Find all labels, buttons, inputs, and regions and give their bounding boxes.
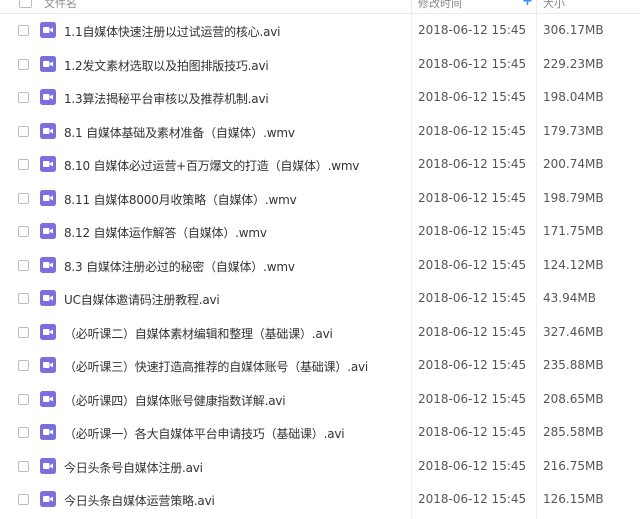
file-size: 285.58MB [543,425,604,439]
file-list-header: 文件名 修改时间 + 大小 [0,0,640,14]
row-checkbox[interactable] [18,126,29,137]
file-name-link[interactable]: 8.10 自媒体必过运营+百万爆文的打造（自媒体）.wmv [64,157,359,174]
file-modified-time: 2018-06-12 15:45 [418,325,527,339]
file-name-link[interactable]: 8.12 自媒体运作解答（自媒体）.wmv [64,224,267,241]
add-column-icon[interactable]: + [522,0,533,9]
video-icon [40,290,56,306]
file-size: 171.75MB [543,224,604,238]
row-checkbox[interactable] [18,59,29,70]
file-size: 235.88MB [543,358,604,372]
row-checkbox[interactable] [18,494,29,505]
file-size: 200.74MB [543,157,604,171]
row-checkbox[interactable] [18,193,29,204]
row-checkbox[interactable] [18,92,29,103]
file-row[interactable]: 今日头条自媒体运营策略.avi 2018-06-12 15:45 126.15MB [0,483,640,516]
file-size: 198.04MB [543,90,604,104]
column-header-date[interactable]: 修改时间 [418,0,462,11]
file-row[interactable]: （必听课四）自媒体账号健康指数详解.avi 2018-06-12 15:45 208… [0,383,640,416]
file-row[interactable]: 今日头条号自媒体注册.avi 2018-06-12 15:45 216.75MB [0,450,640,483]
row-checkbox[interactable] [18,159,29,170]
file-name-link[interactable]: 今日头条自媒体运营策略.avi [64,492,215,509]
file-modified-time: 2018-06-12 15:45 [418,258,527,272]
video-icon [40,22,56,38]
video-icon [40,458,56,474]
video-icon [40,56,56,72]
video-icon [40,391,56,407]
header-divider [536,0,537,13]
file-name-link[interactable]: 1.2发文素材选取以及拍图排版技巧.avi [64,57,269,74]
video-icon [40,190,56,206]
file-modified-time: 2018-06-12 15:45 [418,57,527,71]
file-modified-time: 2018-06-12 15:45 [418,459,527,473]
file-modified-time: 2018-06-12 15:45 [418,358,527,372]
video-icon [40,324,56,340]
file-row[interactable]: 8.11 自媒体8000月收策略（自媒体）.wmv 2018-06-12 15:4… [0,182,640,215]
video-icon [40,156,56,172]
file-size: 229.23MB [543,57,604,71]
file-row[interactable]: 1.1自媒体快速注册以过试运营的核心.avi 2018-06-12 15:45 30… [0,14,640,47]
video-icon [40,89,56,105]
video-icon [40,223,56,239]
row-checkbox[interactable] [18,226,29,237]
file-size: 327.46MB [543,325,604,339]
file-size: 198.79MB [543,191,604,205]
video-icon [40,257,56,273]
column-header-name[interactable]: 文件名 [44,0,77,11]
header-divider [411,0,412,13]
file-modified-time: 2018-06-12 15:45 [418,23,527,37]
row-checkbox[interactable] [18,427,29,438]
file-name-link[interactable]: 1.3算法揭秘平台审核以及推荐机制.avi [64,90,269,107]
video-icon [40,424,56,440]
file-name-link[interactable]: 1.1自媒体快速注册以过试运营的核心.avi [64,23,280,40]
file-row[interactable]: 8.10 自媒体必过运营+百万爆文的打造（自媒体）.wmv 2018-06-12 … [0,148,640,181]
file-name-link[interactable]: （必听课四）自媒体账号健康指数详解.avi [64,392,286,409]
row-checkbox[interactable] [18,394,29,405]
file-row[interactable]: 8.12 自媒体运作解答（自媒体）.wmv 2018-06-12 15:45 171… [0,215,640,248]
row-checkbox[interactable] [18,461,29,472]
file-name-link[interactable]: （必听课三）快速打造高推荐的自媒体账号（基础课）.avi [64,358,368,375]
file-name-link[interactable]: （必听课二）自媒体素材编辑和整理（基础课）.avi [64,325,333,342]
file-modified-time: 2018-06-12 15:45 [418,224,527,238]
row-checkbox[interactable] [18,360,29,371]
file-modified-time: 2018-06-12 15:45 [418,157,527,171]
file-row[interactable]: 1.2发文素材选取以及拍图排版技巧.avi 2018-06-12 15:45 229… [0,48,640,81]
video-icon [40,357,56,373]
file-modified-time: 2018-06-12 15:45 [418,392,527,406]
file-modified-time: 2018-06-12 15:45 [418,90,527,104]
file-size: 126.15MB [543,492,604,506]
row-checkbox[interactable] [18,260,29,271]
video-icon [40,491,56,507]
select-all-checkbox[interactable] [19,0,32,8]
file-modified-time: 2018-06-12 15:45 [418,425,527,439]
file-modified-time: 2018-06-12 15:45 [418,191,527,205]
file-name-link[interactable]: 8.11 自媒体8000月收策略（自媒体）.wmv [64,191,297,208]
file-size: 306.17MB [543,23,604,37]
file-row[interactable]: 8.3 自媒体注册必过的秘密（自媒体）.wmv 2018-06-12 15:45 1… [0,249,640,282]
file-size: 208.65MB [543,392,604,406]
file-row[interactable]: 1.3算法揭秘平台审核以及推荐机制.avi 2018-06-12 15:45 198… [0,81,640,114]
file-name-link[interactable]: UC自媒体邀请码注册教程.avi [64,291,220,308]
file-name-link[interactable]: （必听课一）各大自媒体平台申请技巧（基础课）.avi [64,425,345,442]
file-row[interactable]: （必听课一）各大自媒体平台申请技巧（基础课）.avi 2018-06-12 15:… [0,416,640,449]
file-size: 216.75MB [543,459,604,473]
file-row[interactable]: （必听课二）自媒体素材编辑和整理（基础课）.avi 2018-06-12 15:4… [0,316,640,349]
file-row[interactable]: （必听课三）快速打造高推荐的自媒体账号（基础课）.avi 2018-06-12 1… [0,349,640,382]
row-checkbox[interactable] [18,25,29,36]
file-size: 179.73MB [543,124,604,138]
file-modified-time: 2018-06-12 15:45 [418,492,527,506]
row-checkbox[interactable] [18,293,29,304]
file-name-link[interactable]: 今日头条号自媒体注册.avi [64,459,203,476]
file-name-link[interactable]: 8.3 自媒体注册必过的秘密（自媒体）.wmv [64,258,295,275]
video-icon [40,123,56,139]
row-checkbox[interactable] [18,327,29,338]
file-modified-time: 2018-06-12 15:45 [418,291,527,305]
file-row[interactable]: 8.1 自媒体基础及素材准备（自媒体）.wmv 2018-06-12 15:45 1… [0,115,640,148]
file-modified-time: 2018-06-12 15:45 [418,124,527,138]
file-size: 43.94MB [543,291,596,305]
file-row[interactable]: UC自媒体邀请码注册教程.avi 2018-06-12 15:45 43.94MB [0,282,640,315]
column-header-size[interactable]: 大小 [543,0,565,11]
file-name-link[interactable]: 8.1 自媒体基础及素材准备（自媒体）.wmv [64,124,295,141]
file-size: 124.12MB [543,258,604,272]
